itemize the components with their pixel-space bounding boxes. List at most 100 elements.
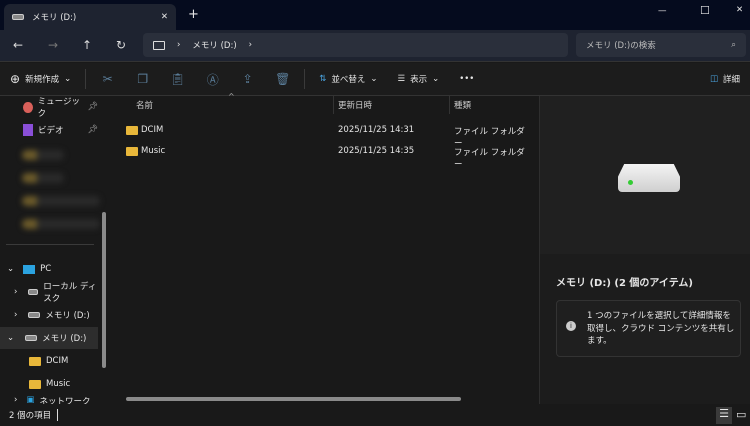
new-button[interactable]: ⊕ 新規作成 ⌄: [0, 63, 81, 95]
share-icon[interactable]: ⇪: [230, 72, 265, 86]
file-date: 2025/11/25 14:35: [338, 146, 415, 156]
file-date: 2025/11/25 14:31: [338, 125, 415, 135]
pc-icon: [23, 264, 36, 274]
table-row[interactable]: Music 2025/11/25 14:35 ファイル フォルダー: [126, 141, 526, 170]
chevron-down-icon[interactable]: ⌄: [7, 264, 14, 274]
drive-large-icon: [618, 164, 680, 192]
drive-icon: [12, 14, 24, 20]
sidebar-label: ビデオ: [38, 126, 64, 136]
table-row[interactable]: DCIM 2025/11/25 14:31 ファイル フォルダー: [126, 120, 526, 149]
address-bar[interactable]: › メモリ (D:) ›: [143, 33, 568, 57]
sidebar-scrollbar[interactable]: [102, 212, 106, 368]
chevron-right-icon[interactable]: ›: [14, 287, 17, 297]
close-tab-button[interactable]: ✕: [161, 12, 168, 22]
file-type: ファイル フォルダー: [454, 148, 525, 170]
search-icon: ⌕: [731, 40, 736, 50]
drive-icon: [28, 312, 41, 318]
maximize-button[interactable]: ☐: [700, 4, 710, 17]
divider: [85, 69, 87, 89]
music-icon: [23, 101, 33, 113]
view-icon: ☰: [397, 74, 406, 84]
back-button[interactable]: ←: [10, 38, 26, 54]
view-button[interactable]: ☰ 表示 ⌄: [387, 63, 449, 95]
copy-icon[interactable]: ❐: [125, 72, 160, 86]
sidebar-label: メモリ (D:): [45, 311, 90, 321]
search-placeholder: メモリ (D:)の検索: [586, 41, 656, 51]
horizontal-scrollbar[interactable]: [126, 397, 461, 401]
cut-icon[interactable]: ✂: [90, 72, 125, 86]
drive-led: [628, 180, 633, 185]
sidebar-item-pc[interactable]: ⌄ PC: [0, 258, 98, 280]
column-header-type[interactable]: 種類: [450, 96, 538, 114]
divider: [57, 409, 59, 421]
chevron-down-icon: ⌄: [64, 74, 72, 84]
rename-icon[interactable]: Ⓐ: [195, 71, 230, 88]
local-disk-icon: [28, 289, 39, 295]
sidebar-item-video[interactable]: ビデオ 📌︎: [0, 119, 98, 141]
chevron-right-icon[interactable]: ›: [14, 310, 17, 320]
status-bar: 2 個の項目 ☰ ▭: [0, 404, 750, 426]
up-button[interactable]: ↑: [79, 38, 95, 54]
close-window-button[interactable]: ✕: [736, 5, 743, 15]
pin-icon: 📌︎: [87, 102, 98, 112]
sidebar-label: ミュージック: [37, 97, 80, 119]
more-button[interactable]: •••: [449, 63, 484, 95]
sidebar-item-music-folder[interactable]: Music: [0, 373, 98, 395]
info-icon: i: [566, 321, 576, 331]
divider: [304, 69, 306, 89]
paste-icon[interactable]: 📋︎: [160, 72, 195, 86]
new-label: 新規作成: [25, 75, 60, 85]
folder-icon: [29, 379, 41, 389]
info-box: i 1 つのファイルを選択して詳細情報を取得し、クラウド コンテンツを共有します…: [556, 300, 741, 357]
sidebar-item-memory-d[interactable]: › メモリ (D:): [0, 304, 98, 326]
sidebar-label: Music: [46, 379, 71, 389]
chevron-down-icon: ⌄: [370, 74, 378, 84]
new-tab-button[interactable]: +: [188, 7, 199, 22]
tab-title: メモリ (D:): [32, 13, 77, 23]
sidebar-label: DCIM: [46, 356, 69, 366]
preview-area: [540, 96, 750, 254]
preview-title: メモリ (D:) (2 個のアイテム): [556, 278, 693, 289]
sidebar-item-music[interactable]: ミュージック 📌︎: [0, 96, 98, 119]
breadcrumb-memory-d[interactable]: メモリ (D:): [192, 39, 236, 51]
column-header-name[interactable]: 名前: [132, 96, 334, 114]
sidebar-item-dcim[interactable]: DCIM: [0, 350, 98, 372]
video-icon: [23, 124, 33, 136]
item-count: 2 個の項目: [9, 411, 52, 421]
info-text: 1 つのファイルを選択して詳細情報を取得し、クラウド コンテンツを共有します。: [587, 311, 735, 346]
command-bar: ⊕ 新規作成 ⌄ ✂ ❐ 📋︎ Ⓐ ⇪ 🗑︎ ⇅ 並べ替え ⌄ ☰ 表示 ⌄ ••• ◫ 詳細: [0, 63, 750, 96]
sidebar-label: メモリ (D:): [42, 334, 87, 344]
details-pane-icon: ◫: [709, 74, 718, 84]
blurred-item: [22, 173, 64, 183]
details-view-button[interactable]: ☰: [716, 407, 732, 424]
sort-button[interactable]: ⇅ 並べ替え ⌄: [309, 63, 387, 95]
title-bar: メモリ (D:) ✕ + — ☐ ✕: [0, 0, 750, 30]
navigation-pane: ミュージック 📌︎ ビデオ 📌︎ ⌄ PC › ローカル ディスク › メモリ (D:) …: [0, 96, 110, 405]
folder-icon: [29, 356, 41, 366]
forward-button[interactable]: →: [45, 38, 61, 54]
sidebar-item-local-disk[interactable]: › ローカル ディスク: [0, 281, 98, 304]
chevron-right-icon: ›: [177, 40, 181, 50]
blurred-item: [22, 150, 64, 160]
sidebar-item-memory-d-selected[interactable]: ⌄ メモリ (D:): [0, 327, 98, 349]
details-label: 詳細: [722, 75, 740, 85]
sidebar-label: ローカル ディスク: [43, 282, 97, 304]
folder-icon: [126, 147, 138, 156]
large-icons-view-button[interactable]: ▭: [736, 408, 746, 421]
more-icon: •••: [459, 74, 475, 84]
search-input[interactable]: メモリ (D:)の検索 ⌕: [576, 33, 746, 57]
details-button[interactable]: ◫ 詳細: [700, 63, 750, 95]
file-list: ^ 名前 更新日時 種類 DCIM 2025/11/25 14:31 ファイル …: [112, 92, 538, 404]
pin-icon: 📌︎: [87, 125, 98, 135]
navigation-bar: ← → ↑ ↻ › メモリ (D:) › メモリ (D:)の検索 ⌕: [0, 30, 750, 62]
chevron-right-icon[interactable]: ›: [249, 40, 252, 50]
blurred-item: [22, 219, 100, 229]
chevron-down-icon[interactable]: ⌄: [7, 333, 14, 343]
refresh-button[interactable]: ↻: [113, 38, 129, 54]
tab-memory-d[interactable]: メモリ (D:) ✕: [4, 4, 176, 30]
minimize-button[interactable]: —: [658, 6, 667, 16]
folder-icon: [126, 126, 138, 135]
delete-icon[interactable]: 🗑︎: [265, 72, 300, 86]
sort-icon: ⇅: [319, 74, 327, 84]
column-header-date[interactable]: 更新日時: [334, 96, 450, 114]
